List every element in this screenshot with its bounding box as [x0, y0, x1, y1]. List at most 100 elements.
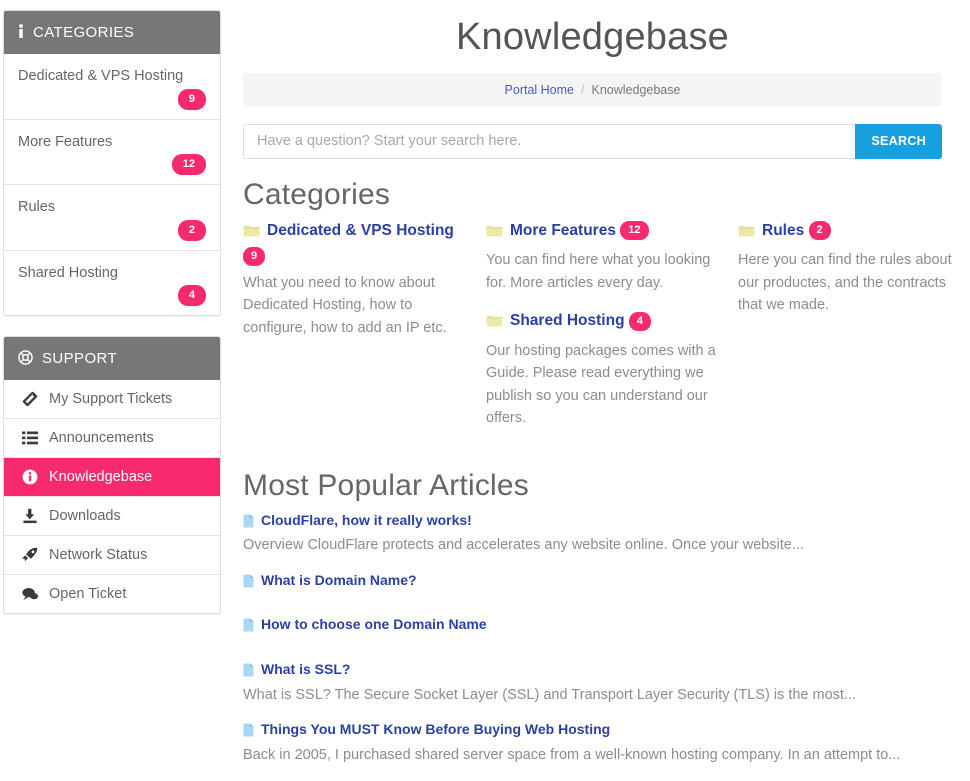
sidebar-item-label: Knowledgebase	[49, 469, 153, 486]
category-card-header: Dedicated & VPS Hosting 9	[243, 220, 464, 268]
download-icon	[21, 508, 38, 524]
category-card-link[interactable]: Dedicated & VPS Hosting	[267, 222, 454, 239]
category-card-header: Shared Hosting 4	[486, 310, 716, 335]
sidebar-item-knowledgebase[interactable]: Knowledgebase	[4, 458, 220, 498]
document-icon	[243, 663, 254, 683]
articles-list: CloudFlare, how it really works! Overvie…	[243, 511, 942, 767]
sidebar-category-count: 2	[177, 219, 206, 241]
article-link[interactable]: CloudFlare, how it really works!	[261, 512, 472, 528]
document-icon	[243, 574, 254, 594]
sidebar-item-open-ticket[interactable]: Open Ticket	[4, 575, 220, 613]
sidebar-category-rules[interactable]: Rules 2	[4, 185, 220, 251]
article-snippet: Back in 2005, I purchased shared server …	[243, 747, 901, 764]
document-icon	[243, 618, 254, 638]
category-card-more-features: More Features 12 You can find here what …	[486, 220, 716, 294]
article-title-row: How to choose one Domain Name	[243, 615, 942, 638]
categories-grid: Dedicated & VPS Hosting 9 What you need …	[243, 220, 952, 446]
comment-icon	[21, 586, 38, 602]
article-link[interactable]: What is Domain Name?	[261, 572, 417, 588]
article-snippet: What is SSL? The Secure Socket Layer (SS…	[243, 686, 857, 703]
category-card-count: 9	[243, 246, 266, 266]
category-card-description: You can find here what you looking for. …	[486, 252, 711, 291]
category-card-description: Our hosting packages comes with a Guide.…	[486, 342, 716, 427]
article-item: What is SSL? What is SSL? The Secure Soc…	[243, 660, 942, 706]
category-card-link[interactable]: Shared Hosting	[510, 312, 625, 329]
categories-heading: Categories	[243, 177, 391, 211]
sidebar-item-my-support-tickets[interactable]: My Support Tickets	[4, 380, 220, 420]
articles-heading: Most Popular Articles	[243, 468, 529, 502]
search-input[interactable]	[243, 123, 856, 159]
category-card-count: 2	[808, 221, 831, 241]
article-snippet: Overview CloudFlare protects and acceler…	[243, 537, 804, 554]
article-title-row: Things You MUST Know Before Buying Web H…	[243, 720, 942, 743]
article-link[interactable]: What is SSL?	[261, 661, 350, 677]
list-icon	[21, 430, 38, 446]
sidebar-item-announcements[interactable]: Announcements	[4, 419, 220, 459]
document-icon	[243, 514, 254, 534]
sidebar-item-label: Open Ticket	[49, 586, 127, 603]
document-icon	[243, 723, 254, 743]
sidebar-category-more-features[interactable]: More Features 12	[4, 120, 220, 186]
breadcrumb-current: Knowledgebase	[591, 82, 681, 97]
breadcrumb-separator: /	[581, 82, 585, 97]
badge-wrap: 9	[18, 88, 206, 110]
lifering-icon	[18, 350, 33, 367]
sidebar-category-shared-hosting[interactable]: Shared Hosting 4	[4, 251, 220, 316]
category-card-description: What you need to know about Dedicated Ho…	[243, 274, 447, 336]
sidebar-item-label: My Support Tickets	[49, 391, 173, 408]
article-item: What is Domain Name?	[243, 571, 942, 594]
badge-wrap: 2	[18, 219, 206, 241]
breadcrumb-portal-home-link[interactable]: Portal Home	[505, 83, 574, 97]
info-circle-icon	[21, 469, 38, 485]
categories-column-1: Dedicated & VPS Hosting 9 What you need …	[243, 220, 486, 355]
category-card-dedicated-vps-hosting: Dedicated & VPS Hosting 9 What you need …	[243, 220, 464, 339]
article-title-row: What is Domain Name?	[243, 571, 942, 594]
ticket-icon	[21, 391, 38, 407]
folder-icon	[486, 313, 503, 335]
support-panel-title: SUPPORT	[42, 350, 118, 368]
article-link[interactable]: Things You MUST Know Before Buying Web H…	[261, 721, 610, 737]
sidebar-item-downloads[interactable]: Downloads	[4, 497, 220, 537]
support-panel: SUPPORT My Support Tickets Announcements…	[3, 336, 221, 615]
search-bar: SEARCH	[243, 123, 942, 159]
folder-icon	[738, 223, 755, 245]
support-panel-header: SUPPORT	[4, 337, 220, 381]
category-card-header: More Features 12	[486, 220, 716, 245]
categories-panel-header: CATEGORIES	[4, 11, 220, 54]
sidebar-category-count: 9	[177, 88, 206, 110]
categories-panel-title: CATEGORIES	[33, 24, 135, 41]
categories-column-2: More Features 12 You can find here what …	[486, 220, 738, 446]
category-card-shared-hosting: Shared Hosting 4 Our hosting packages co…	[486, 310, 716, 429]
article-link[interactable]: How to choose one Domain Name	[261, 616, 487, 632]
sidebar-category-label: Dedicated & VPS Hosting	[18, 68, 184, 84]
folder-icon	[486, 223, 503, 245]
article-title-row: CloudFlare, how it really works!	[243, 511, 942, 534]
search-button[interactable]: SEARCH	[855, 123, 942, 159]
sidebar-item-label: Announcements	[49, 430, 154, 447]
sidebar: CATEGORIES Dedicated & VPS Hosting 9 Mor…	[0, 0, 221, 781]
category-card-link[interactable]: More Features	[510, 222, 616, 239]
categories-list: Dedicated & VPS Hosting 9 More Features …	[4, 54, 220, 315]
categories-panel: CATEGORIES Dedicated & VPS Hosting 9 Mor…	[3, 10, 221, 317]
article-title-row: What is SSL?	[243, 660, 942, 683]
main-content: Knowledgebase Portal Home / Knowledgebase …	[221, 0, 970, 781]
support-list: My Support Tickets Announcements Knowled…	[4, 380, 220, 613]
sidebar-category-label: More Features	[18, 133, 113, 150]
rocket-icon	[21, 547, 38, 563]
sidebar-item-label: Network Status	[49, 547, 148, 564]
category-card-link[interactable]: Rules	[762, 222, 804, 239]
article-item: How to choose one Domain Name	[243, 615, 942, 638]
category-card-header: Rules 2	[738, 220, 966, 245]
badge-wrap: 12	[18, 154, 206, 176]
page-root: CATEGORIES Dedicated & VPS Hosting 9 Mor…	[0, 0, 970, 781]
info-icon	[18, 24, 24, 41]
sidebar-category-count: 12	[171, 154, 206, 176]
sidebar-category-label: Rules	[18, 199, 56, 216]
category-card-count: 12	[620, 221, 649, 241]
sidebar-category-count: 4	[177, 285, 206, 307]
sidebar-item-network-status[interactable]: Network Status	[4, 536, 220, 576]
article-item: CloudFlare, how it really works! Overvie…	[243, 511, 942, 557]
sidebar-category-dedicated-vps-hosting[interactable]: Dedicated & VPS Hosting 9	[4, 54, 220, 120]
page-title: Knowledgebase	[455, 16, 730, 58]
folder-icon	[243, 223, 260, 245]
